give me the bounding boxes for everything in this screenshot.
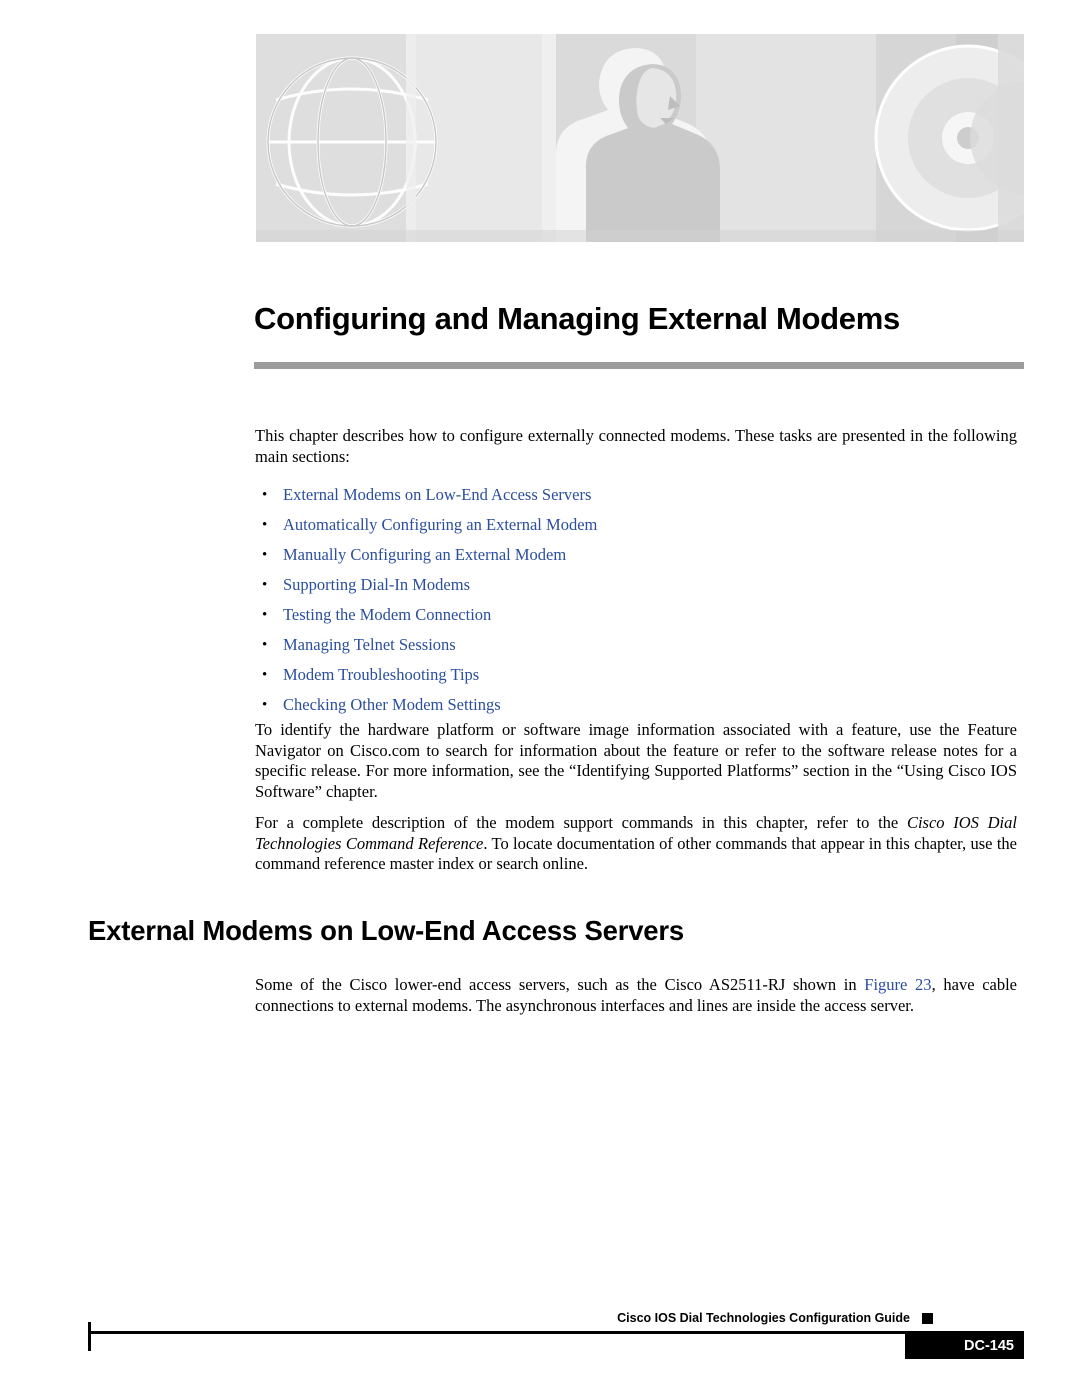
bullet-icon: • xyxy=(262,487,268,503)
list-item[interactable]: • Modem Troubleshooting Tips xyxy=(255,660,1017,690)
footer-page-number: DC-145 xyxy=(905,1334,1024,1359)
bullet-icon: • xyxy=(262,667,268,683)
list-item[interactable]: • Automatically Configuring an External M… xyxy=(255,510,1017,540)
bullet-icon: • xyxy=(262,517,268,533)
bullet-icon: • xyxy=(262,607,268,623)
feature-navigator-paragraph: To identify the hardware platform or sof… xyxy=(255,720,1017,801)
intro-paragraph: This chapter describes how to configure … xyxy=(255,426,1017,466)
list-item[interactable]: • Checking Other Modem Settings xyxy=(255,690,1017,720)
list-item[interactable]: • Supporting Dial-In Modems xyxy=(255,570,1017,600)
command-reference-text-a: For a complete description of the modem … xyxy=(255,813,907,832)
toc-link[interactable]: Manually Configuring an External Modem xyxy=(283,545,566,564)
toc-link[interactable]: Automatically Configuring an External Mo… xyxy=(283,515,597,534)
footer-divider xyxy=(88,1331,1024,1334)
toc-link-list: • External Modems on Low-End Access Serve… xyxy=(255,480,1017,720)
toc-link[interactable]: Managing Telnet Sessions xyxy=(283,635,456,654)
toc-link[interactable]: Modem Troubleshooting Tips xyxy=(283,665,479,684)
bullet-icon: • xyxy=(262,637,268,653)
section-text-a: Some of the Cisco lower-end access serve… xyxy=(255,975,865,994)
section-heading: External Modems on Low-End Access Server… xyxy=(88,915,684,946)
figure-link[interactable]: Figure 23 xyxy=(864,975,931,994)
footer-guide-title: Cisco IOS Dial Technologies Configuratio… xyxy=(617,1311,910,1325)
toc-link[interactable]: Testing the Modem Connection xyxy=(283,605,491,624)
bullet-icon: • xyxy=(262,697,268,713)
section-paragraph: Some of the Cisco lower-end access serve… xyxy=(255,975,1017,1016)
footer-square-marker xyxy=(922,1313,933,1324)
list-item[interactable]: • Managing Telnet Sessions xyxy=(255,630,1017,660)
list-item[interactable]: • Testing the Modem Connection xyxy=(255,600,1017,630)
list-item[interactable]: • External Modems on Low-End Access Serve… xyxy=(255,480,1017,510)
chapter-title: Configuring and Managing External Modems xyxy=(254,301,900,336)
footer-left-tick xyxy=(88,1322,91,1351)
toc-link[interactable]: Supporting Dial-In Modems xyxy=(283,575,470,594)
toc-link[interactable]: External Modems on Low-End Access Server… xyxy=(283,485,591,504)
list-item[interactable]: • Manually Configuring an External Modem xyxy=(255,540,1017,570)
bullet-icon: • xyxy=(262,577,268,593)
command-reference-paragraph: For a complete description of the modem … xyxy=(255,813,1017,875)
toc-link[interactable]: Checking Other Modem Settings xyxy=(283,695,501,714)
title-divider xyxy=(254,362,1024,369)
bullet-icon: • xyxy=(262,547,268,563)
chapter-banner-image xyxy=(256,34,1024,242)
